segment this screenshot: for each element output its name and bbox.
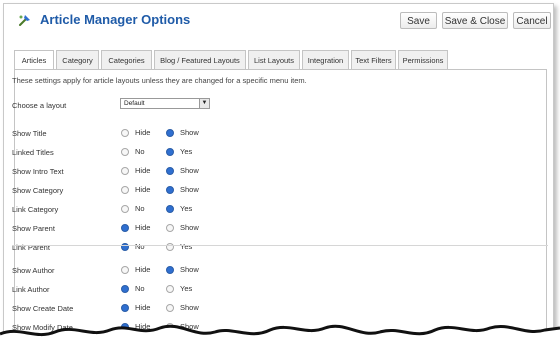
setting-label: Show Title: [12, 129, 47, 138]
radio-button[interactable]: [121, 128, 129, 137]
tab-list-layouts[interactable]: List Layouts: [248, 50, 300, 69]
torn-edge: [0, 324, 560, 357]
radio-button[interactable]: [166, 265, 174, 274]
radio-option-label: Hide: [135, 185, 151, 194]
radio-option[interactable]: Hide: [121, 166, 150, 175]
radio-button[interactable]: [121, 166, 129, 175]
radio-option[interactable]: No: [121, 204, 145, 213]
options-dialog: Article Manager Options Save Save & Clos…: [3, 3, 554, 357]
radio-option-label: Yes: [180, 147, 193, 156]
radio-option[interactable]: Yes: [166, 204, 192, 213]
radio-option[interactable]: Show: [166, 265, 199, 274]
radio-button[interactable]: [121, 223, 129, 232]
radio-button[interactable]: [121, 204, 129, 213]
radio-option[interactable]: Yes: [166, 284, 192, 293]
radio-option-label: No: [135, 242, 145, 251]
radio-option[interactable]: Yes: [166, 242, 192, 251]
radio-option-label: Hide: [135, 166, 151, 175]
layout-select[interactable]: Default ▼: [120, 98, 210, 109]
radio-option-label: No: [135, 204, 145, 213]
radio-option[interactable]: Hide: [121, 185, 150, 194]
setting-label: Show Category: [12, 186, 64, 195]
radio-option-label: Hide: [135, 223, 151, 232]
radio-option-label: Show: [180, 166, 199, 175]
radio-button[interactable]: [121, 303, 129, 312]
radio-option-label: Show: [180, 303, 199, 312]
radio-option-label: No: [135, 284, 145, 293]
radio-option[interactable]: Show: [166, 166, 199, 175]
radio-button[interactable]: [166, 185, 174, 194]
tab-articles[interactable]: Articles: [14, 50, 54, 70]
setting-label: Show Parent: [12, 224, 55, 233]
radio-option-label: Show: [180, 223, 199, 232]
setting-label: Show Create Date: [12, 304, 74, 313]
radio-button[interactable]: [166, 128, 174, 137]
radio-option-label: Hide: [135, 128, 151, 137]
radio-option[interactable]: Hide: [121, 128, 150, 137]
radio-option[interactable]: Hide: [121, 265, 150, 274]
tab-blog-featured-layouts[interactable]: Blog / Featured Layouts: [154, 50, 246, 69]
radio-button[interactable]: [166, 284, 174, 293]
radio-button[interactable]: [121, 147, 129, 156]
radio-option[interactable]: No: [121, 147, 145, 156]
intro-text: These settings apply for article layouts…: [12, 76, 307, 85]
page-title: Article Manager Options: [40, 12, 191, 27]
layout-select-value: Default: [124, 100, 145, 107]
radio-button[interactable]: [166, 223, 174, 232]
radio-option-label: Yes: [180, 242, 193, 251]
radio-button[interactable]: [166, 303, 174, 312]
tab-categories[interactable]: Categories: [101, 50, 152, 69]
radio-option[interactable]: No: [121, 284, 145, 293]
article-tool-icon: [19, 15, 30, 26]
radio-button[interactable]: [166, 147, 174, 156]
radio-option[interactable]: Hide: [121, 223, 150, 232]
dialog-header: Article Manager Options Save Save & Clos…: [4, 4, 553, 34]
radio-option-label: Hide: [135, 265, 151, 274]
radio-option-label: Yes: [180, 204, 193, 213]
radio-option-label: Hide: [135, 303, 151, 312]
layout-label: Choose a layout: [12, 101, 67, 110]
radio-option[interactable]: Show: [166, 223, 199, 232]
cancel-button[interactable]: Cancel: [513, 12, 551, 29]
tab-permissions[interactable]: Permissions: [398, 50, 448, 69]
save-close-button[interactable]: Save & Close: [442, 12, 508, 29]
radio-option[interactable]: No: [121, 242, 145, 251]
setting-label: Link Author: [12, 285, 50, 294]
tab-integration[interactable]: Integration: [302, 50, 349, 69]
radio-option[interactable]: Show: [166, 185, 199, 194]
setting-label: Linked Titles: [12, 148, 54, 157]
section-divider: [12, 245, 548, 246]
radio-option-label: No: [135, 147, 145, 156]
tab-category[interactable]: Category: [56, 50, 99, 69]
radio-option[interactable]: Show: [166, 303, 199, 312]
radio-button[interactable]: [121, 265, 129, 274]
tab-panel: [14, 69, 547, 356]
radio-button[interactable]: [166, 204, 174, 213]
radio-option[interactable]: Yes: [166, 147, 192, 156]
radio-option-label: Show: [180, 265, 199, 274]
radio-button[interactable]: [121, 284, 129, 293]
radio-option[interactable]: Hide: [121, 303, 150, 312]
chevron-down-icon: ▼: [199, 99, 209, 108]
radio-option-label: Show: [180, 185, 199, 194]
radio-option[interactable]: Show: [166, 128, 199, 137]
radio-option-label: Yes: [180, 284, 193, 293]
radio-option-label: Show: [180, 128, 199, 137]
setting-label: Link Category: [12, 205, 59, 214]
setting-label: Show Intro Text: [12, 167, 64, 176]
radio-button[interactable]: [121, 185, 129, 194]
radio-button[interactable]: [166, 166, 174, 175]
setting-label: Show Author: [12, 266, 55, 275]
tab-text-filters[interactable]: Text Filters: [351, 50, 396, 69]
radio-button[interactable]: [121, 242, 129, 251]
save-button[interactable]: Save: [400, 12, 437, 29]
radio-button[interactable]: [166, 242, 174, 251]
